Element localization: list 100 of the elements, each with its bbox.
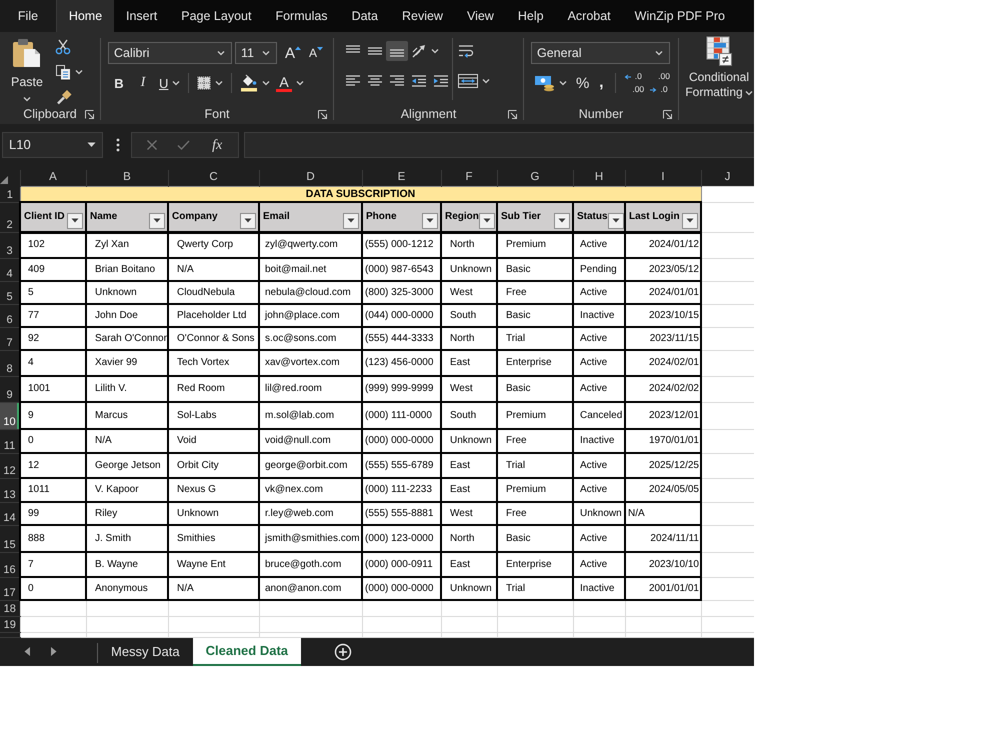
scissors-icon (55, 39, 71, 55)
formula-input[interactable] (244, 132, 754, 158)
ribbon-tab[interactable]: Acrobat (556, 0, 623, 32)
ribbon-tab[interactable]: Help (506, 0, 556, 32)
table-cell: Premium (497, 402, 573, 429)
dialog-launcher-icon[interactable] (663, 110, 672, 118)
ribbon-tab[interactable]: Insert (114, 0, 170, 32)
row-header[interactable]: 4 (0, 258, 20, 281)
filter-dropdown-button[interactable] (682, 212, 698, 229)
row-header[interactable]: 13 (0, 478, 20, 502)
ribbon-tab[interactable]: View (454, 0, 506, 32)
table-cell: Riley (86, 502, 168, 525)
row-header[interactable]: 7 (0, 327, 20, 350)
ribbon-tab[interactable]: Home (57, 0, 114, 32)
row-header[interactable]: 14 (0, 502, 20, 525)
percent-style-button[interactable]: % (573, 72, 592, 94)
column-header[interactable]: H (573, 170, 625, 186)
table-cell: Inactive (573, 429, 625, 453)
row-header[interactable]: 3 (0, 232, 20, 258)
conditional-formatting-button[interactable]: Conditional Formatting (684, 32, 754, 104)
italic-button[interactable]: I (132, 73, 154, 93)
dialog-launcher-icon[interactable] (318, 110, 327, 118)
ribbon-tab[interactable]: Data (340, 0, 390, 32)
row-header[interactable]: 15 (0, 525, 20, 552)
comma-style-button[interactable]: , (592, 72, 610, 94)
underline-button[interactable]: U (156, 74, 184, 92)
number-format-dropdown[interactable]: General (531, 42, 670, 64)
column-header[interactable]: G (497, 170, 573, 186)
table-cell: 5 (20, 281, 86, 304)
bold-button[interactable]: B (108, 74, 130, 92)
file-menu-tab[interactable]: File (0, 0, 57, 32)
column-header[interactable]: J (701, 170, 754, 186)
slanted-arrow-icon (411, 43, 427, 59)
font-color-button[interactable]: A (273, 72, 307, 94)
row-header[interactable]: 2 (0, 202, 20, 232)
filter-dropdown-button[interactable] (343, 212, 359, 229)
ribbon-tab[interactable]: WinZip PDF Pro (622, 0, 737, 32)
row-header[interactable]: 17 (0, 577, 20, 600)
filter-dropdown-button[interactable] (554, 212, 570, 229)
table-cell: East (441, 350, 497, 376)
increase-decimal-button[interactable]: .0 .00 (621, 70, 648, 96)
sheet-tab[interactable]: Messy Data (98, 638, 193, 666)
row-header[interactable]: 5 (0, 281, 20, 304)
column-header[interactable]: A (20, 170, 86, 186)
column-header[interactable]: F (441, 170, 497, 186)
more-options-icon[interactable] (116, 138, 120, 152)
enter-icon[interactable] (177, 139, 190, 151)
bottom-align-button[interactable] (386, 41, 408, 61)
table-cell: Unknown (441, 429, 497, 453)
dialog-launcher-icon[interactable] (508, 110, 517, 118)
row-header[interactable]: 16 (0, 552, 20, 577)
row-header[interactable]: 12 (0, 453, 20, 478)
row-header[interactable]: 10 (0, 402, 20, 429)
row-header[interactable]: 8 (0, 350, 20, 376)
table-cell: (000) 000-0000 (362, 577, 441, 600)
insert-function-button[interactable]: fx (210, 134, 224, 156)
font-name-dropdown[interactable]: Calibri (108, 42, 232, 64)
font-size-dropdown[interactable]: 11 (235, 42, 277, 64)
row-header[interactable]: 19 (0, 616, 20, 632)
filter-dropdown-button[interactable] (67, 212, 83, 229)
filter-dropdown-button[interactable] (608, 212, 624, 229)
row-header[interactable]: 18 (0, 600, 20, 616)
table-cell: (000) 111-2233 (362, 478, 441, 502)
sheet-tab[interactable]: Cleaned Data (192, 638, 302, 666)
filter-dropdown-button[interactable] (149, 212, 165, 229)
column-header[interactable]: E (362, 170, 441, 186)
filter-dropdown-button[interactable] (478, 212, 495, 229)
column-title: Phone (366, 212, 397, 222)
table-cell: North (441, 525, 497, 552)
table-cell: s.oc@sons.com (259, 327, 362, 350)
wrap-text-icon (458, 43, 474, 59)
ribbon-tab[interactable]: Review (390, 0, 455, 32)
row-header[interactable]: 1 (0, 186, 20, 202)
column-title: Client ID (24, 212, 65, 222)
row-header[interactable]: 6 (0, 304, 20, 327)
ribbon-tab[interactable]: Formulas (263, 0, 340, 32)
table-cell: (000) 987-6543 (362, 258, 441, 281)
table-cell: Active (573, 552, 625, 577)
table-cell: 2024/01/01 (625, 281, 701, 304)
table-cell: Active (573, 350, 625, 376)
column-header[interactable]: B (86, 170, 168, 186)
column-header[interactable]: I (625, 170, 701, 186)
caret-icon (559, 80, 567, 86)
decrease-decimal-button[interactable]: .00 .0 (647, 70, 673, 96)
paste-button[interactable]: Paste (4, 32, 50, 104)
name-box[interactable]: L10 (2, 132, 103, 158)
dialog-launcher-icon[interactable] (85, 110, 94, 118)
filter-dropdown-button[interactable] (422, 212, 438, 229)
column-title: Last Login (629, 212, 680, 222)
decrease-font-size-button[interactable]: A (306, 44, 326, 62)
cancel-icon[interactable] (146, 139, 158, 151)
row-header[interactable]: 9 (0, 376, 20, 402)
increase-font-size-button[interactable]: A (282, 42, 304, 64)
table-cell: 1970/01/01 (625, 429, 701, 453)
column-header[interactable]: D (259, 170, 362, 186)
filter-dropdown-button[interactable] (240, 212, 256, 229)
column-header[interactable]: C (168, 170, 259, 186)
ribbon-tab[interactable]: Page Layout (169, 0, 264, 32)
row-header[interactable]: 11 (0, 429, 20, 453)
table-cell: Void (168, 429, 259, 453)
